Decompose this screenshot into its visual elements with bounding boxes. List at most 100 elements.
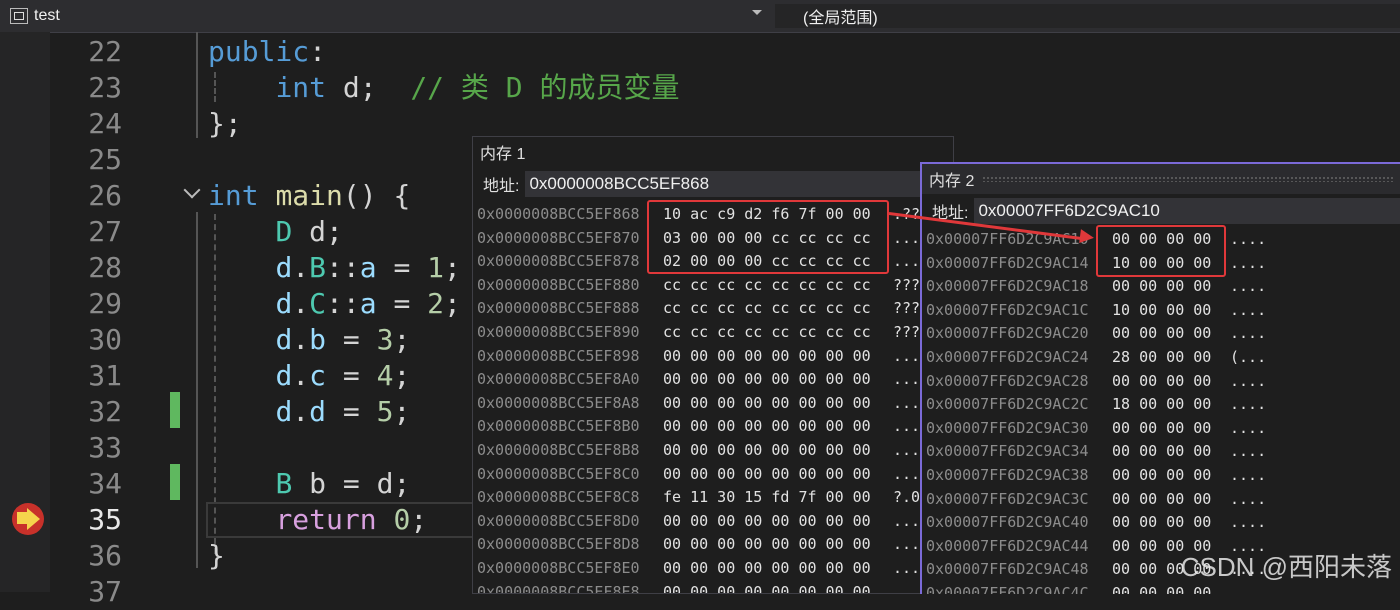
memory-address: 0x0000008BCC5EF8B0 [477, 417, 640, 436]
code-token: ; [393, 359, 411, 392]
code-line[interactable]: 22 public: [0, 34, 1400, 70]
memory-bytes[interactable]: fe 11 30 15 fd 7f 00 00 [663, 486, 871, 510]
memory-row[interactable]: 0x0000008BCC5EF898 00 00 00 00 00 00 00 0… [477, 345, 947, 369]
memory-bytes[interactable]: 18 00 00 00 [1112, 393, 1211, 417]
fold-chevron-icon[interactable] [183, 181, 201, 199]
memory-address: 0x00007FF6D2C9AC44 [926, 536, 1089, 555]
line-number: 36 [88, 539, 122, 572]
code-line[interactable]: 23 int d; // 类 D 的成员变量 [0, 70, 1400, 106]
project-scope-dropdown[interactable]: test [10, 4, 770, 28]
memory-bytes[interactable]: 00 00 00 00 00 00 00 00 [663, 392, 871, 416]
memory-bytes[interactable]: 00 00 00 00 00 00 00 00 [663, 533, 871, 557]
memory-row[interactable]: 0x0000008BCC5EF888 cc cc cc cc cc cc cc c… [477, 297, 947, 321]
memory-row[interactable]: 0x0000008BCC5EF8D8 00 00 00 00 00 00 00 0… [477, 533, 947, 557]
memory-bytes[interactable]: 00 00 00 00 [1112, 322, 1211, 346]
code-token: d; [326, 71, 411, 104]
line-number: 22 [88, 35, 122, 68]
line-number: 37 [88, 575, 122, 608]
memory-row[interactable]: 0x00007FF6D2C9AC28 00 00 00 00.... [926, 370, 1396, 394]
memory-bytes[interactable]: 00 00 00 00 00 00 00 00 [663, 439, 871, 463]
code-token: ; [410, 503, 428, 536]
memory-bytes[interactable]: 00 00 00 00 [1112, 440, 1211, 464]
memory-row[interactable]: 0x00007FF6D2C9AC40 00 00 00 00.... [926, 511, 1396, 535]
memory-ascii: .... [1230, 395, 1267, 414]
memory-row[interactable]: 0x00007FF6D2C9AC20 00 00 00 00.... [926, 322, 1396, 346]
memory-bytes[interactable]: 00 00 00 00 00 00 00 00 [663, 368, 871, 392]
memory-bytes[interactable]: 00 00 00 00 [1112, 275, 1211, 299]
memory-address: 0x00007FF6D2C9AC2C [926, 395, 1089, 414]
memory-bytes[interactable]: 00 00 00 00 [1112, 464, 1211, 488]
memory-address: 0x0000008BCC5EF870 [477, 228, 640, 247]
memory-bytes[interactable]: 00 00 00 00 [1112, 511, 1211, 535]
code-token: C [309, 287, 327, 320]
memory-row[interactable]: 0x0000008BCC5EF8E0 00 00 00 00 00 00 00 0… [477, 557, 947, 581]
code-token: a [359, 287, 377, 320]
memory-ascii: ??? [893, 323, 921, 341]
memory-bytes[interactable]: 00 00 00 00 00 00 00 00 [663, 510, 871, 534]
memory-window-1-titlebar[interactable]: 内存 1 [473, 137, 953, 167]
memory-bytes[interactable]: 00 00 00 00 00 00 00 00 [663, 345, 871, 369]
memory-row[interactable]: 0x00007FF6D2C9AC38 00 00 00 00.... [926, 464, 1396, 488]
code-token: main [275, 179, 343, 212]
memory-bytes[interactable]: 00 00 00 00 [1112, 417, 1211, 441]
memory-row[interactable]: 0x0000008BCC5EF880 cc cc cc cc cc cc cc c… [477, 274, 947, 298]
memory-row[interactable]: 0x0000008BCC5EF8D0 00 00 00 00 00 00 00 0… [477, 510, 947, 534]
code-token: = [326, 395, 377, 428]
memory-row[interactable]: 0x0000008BCC5EF8B0 00 00 00 00 00 00 00 0… [477, 415, 947, 439]
memory-ascii: .... [1230, 253, 1267, 272]
memory-row[interactable]: 0x00007FF6D2C9AC1C 10 00 00 00.... [926, 299, 1396, 323]
memory-address: 0x00007FF6D2C9AC30 [926, 418, 1089, 437]
code-token: 2 [427, 287, 445, 320]
code-text: public: [208, 34, 326, 70]
memory-address: 0x0000008BCC5EF8B8 [477, 441, 640, 459]
memory-bytes[interactable]: 00 00 00 00 00 00 00 00 [663, 557, 871, 581]
memory-bytes[interactable]: 00 00 00 00 00 00 00 00 [663, 415, 871, 439]
line-number: 35 [88, 503, 122, 536]
memory-row[interactable]: 0x0000008BCC5EF8C8 fe 11 30 15 fd 7f 00 0… [477, 486, 947, 510]
code-token: c [309, 359, 327, 392]
memory-row[interactable]: 0x0000008BCC5EF8A8 00 00 00 00 00 00 00 0… [477, 392, 947, 416]
memory-bytes[interactable]: 00 00 00 00 [1112, 370, 1211, 394]
memory-row[interactable]: 0x0000008BCC5EF890 cc cc cc cc cc cc cc c… [477, 321, 947, 345]
memory-address: 0x0000008BCC5EF8E0 [477, 559, 640, 577]
memory-ascii: .... [1230, 324, 1267, 343]
memory-row[interactable]: 0x00007FF6D2C9AC34 00 00 00 00.... [926, 440, 1396, 464]
memory-row[interactable]: 0x00007FF6D2C9AC30 00 00 00 00.... [926, 417, 1396, 441]
code-token: return [275, 503, 377, 536]
memory-row[interactable]: 0x00007FF6D2C9AC2C 18 00 00 00.... [926, 393, 1396, 417]
code-token: :: [326, 287, 360, 320]
memory-window-1-address-row: 地址: 0x0000008BCC5EF868 [473, 169, 953, 199]
code-token: }; [208, 107, 242, 140]
memory-row[interactable]: 0x0000008BCC5EF8A0 00 00 00 00 00 00 00 0… [477, 368, 947, 392]
memory-bytes[interactable]: cc cc cc cc cc cc cc cc [663, 321, 871, 345]
code-token: D [275, 215, 293, 248]
memory-row[interactable]: 0x0000008BCC5EF8C0 00 00 00 00 00 00 00 0… [477, 463, 947, 487]
memory-row[interactable]: 0x00007FF6D2C9AC18 00 00 00 00.... [926, 275, 1396, 299]
memory-bytes[interactable]: 10 00 00 00 [1112, 299, 1211, 323]
memory-ascii: ??? [893, 275, 921, 294]
scope-dropdown[interactable]: (全局范围) [775, 4, 1400, 28]
memory-row[interactable]: 0x00007FF6D2C9AC24 28 00 00 00 (... [926, 346, 1396, 370]
memory-row[interactable]: 0x00007FF6D2C9AC3C 00 00 00 00.... [926, 488, 1396, 512]
memory-window-1-address-input[interactable]: 0x0000008BCC5EF868 [525, 171, 953, 197]
memory-bytes[interactable]: 00 00 00 00 [1112, 488, 1211, 512]
memory-ascii: ?.0 [893, 488, 921, 507]
memory-bytes[interactable]: cc cc cc cc cc cc cc cc [663, 274, 871, 298]
code-token: . [292, 395, 310, 428]
vbtable-highlight-box [1096, 225, 1226, 277]
drag-grip-icon[interactable] [982, 176, 1394, 182]
memory-window-2-address-input[interactable]: 0x00007FF6D2C9AC10 [974, 198, 1400, 224]
memory-bytes[interactable]: 00 00 00 00 00 00 00 00 [663, 463, 871, 487]
memory-address: 0x00007FF6D2C9AC3C [926, 489, 1089, 508]
annotation-arrowhead-icon [1079, 229, 1095, 245]
code-token: . [292, 359, 310, 392]
memory-row[interactable]: 0x0000008BCC5EF8B8 00 00 00 00 00 00 00 0… [477, 439, 947, 463]
memory-window-1-title: 内存 1 [480, 146, 526, 163]
memory-window-2-titlebar[interactable]: 内存 2 [922, 164, 1400, 194]
memory-address: 0x00007FF6D2C9AC4C [926, 584, 1089, 594]
chevron-down-icon[interactable] [752, 10, 762, 15]
memory-bytes[interactable]: cc cc cc cc cc cc cc cc [663, 297, 871, 321]
memory-bytes[interactable]: 28 00 00 00 [1112, 346, 1211, 370]
